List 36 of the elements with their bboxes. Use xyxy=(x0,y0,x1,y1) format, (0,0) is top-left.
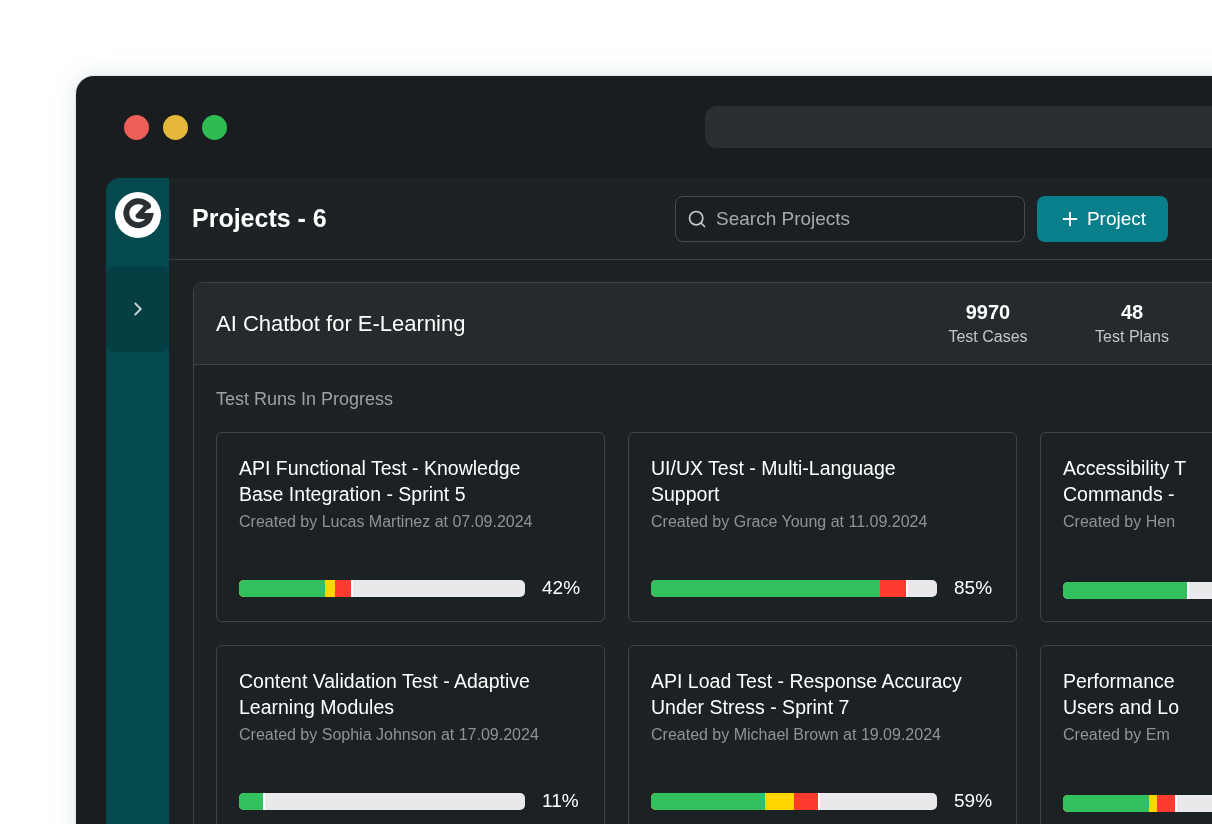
project-name: AI Chatbot for E-Learning xyxy=(216,310,467,337)
test-run-card[interactable]: UI/UX Test - Multi-Language Support Created by Grace Young at 11.09.2024 85% xyxy=(628,432,1017,622)
test-run-title: Performance Users and Lo xyxy=(1063,669,1180,720)
created-info: Created by Sophia Johnson at 17.09.2024 xyxy=(239,726,540,744)
created-info: Created by Em xyxy=(1063,726,1171,744)
progress-percent: 85% xyxy=(954,577,993,599)
window-control-dot[interactable] xyxy=(163,114,188,140)
test-run-card[interactable]: Accessibility T Commands - Created by Hen xyxy=(1040,432,1212,622)
new-project-button[interactable]: Project xyxy=(1037,195,1168,242)
created-info: Created by Grace Young at 11.09.2024 xyxy=(651,513,929,531)
created-info: Created by Hen xyxy=(1063,513,1177,531)
stat-label: Test Cases xyxy=(948,328,1028,346)
logo-icon xyxy=(114,192,161,238)
progress-percent: 59% xyxy=(954,790,993,812)
section-title: Test Runs In Progress xyxy=(216,389,395,410)
window-control-dot[interactable] xyxy=(124,114,149,140)
test-run-title: Content Validation Test - Adaptive Learning Modules xyxy=(239,669,531,720)
window-control-dot[interactable] xyxy=(202,114,227,140)
test-run-card[interactable]: API Load Test - Response Accuracy Under Stress - Sprint 7 Created by Michael Brown at 19.09.2024 59% xyxy=(628,645,1017,824)
page-title: Projects - 6 xyxy=(192,204,328,233)
test-run-card[interactable]: Performance Users and Lo Created by Em xyxy=(1040,645,1212,824)
created-info: Created by Lucas Martinez at 07.09.2024 xyxy=(239,513,534,531)
test-run-title: Accessibility T Commands - xyxy=(1063,456,1188,507)
test-run-title: UI/UX Test - Multi-Language Support xyxy=(651,456,897,507)
test-run-title: API Functional Test - Knowledge Base Integration - Sprint 5 xyxy=(239,456,522,507)
test-run-card[interactable]: Content Validation Test - Adaptive Learning Modules Created by Sophia Johnson at 17.09.2024 11% xyxy=(216,645,605,824)
stat-label: Test Plans xyxy=(1095,328,1169,346)
test-run-title: API Load Test - Response Accuracy Under Stress - Sprint 7 xyxy=(651,669,963,720)
progress-percent: 11% xyxy=(542,790,579,812)
test-run-card[interactable]: API Functional Test - Knowledge Base Integration - Sprint 5 Created by Lucas Martinez at 07.09.2024 42% xyxy=(216,432,605,622)
search-icon xyxy=(687,208,707,229)
created-info: Created by Michael Brown at 19.09.2024 xyxy=(651,726,942,744)
search-field[interactable]: Search Projects xyxy=(675,195,1025,242)
stat-value: 48 xyxy=(1120,301,1144,324)
stat-value: 9970 xyxy=(965,301,1011,324)
progress-percent: 42% xyxy=(542,577,581,599)
